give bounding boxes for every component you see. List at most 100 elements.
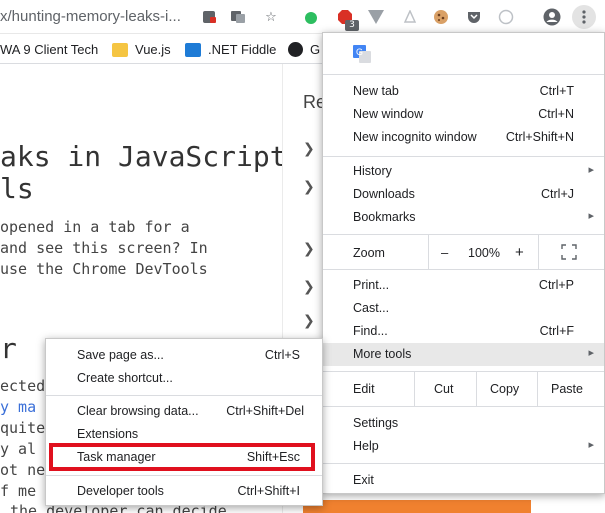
- menu-separator: [476, 372, 477, 406]
- article-title-line: ls: [0, 172, 34, 205]
- menu-item-label: Help: [353, 439, 379, 453]
- article-paragraph-line: and see this screen? In: [0, 239, 208, 257]
- bookmark-label: .NET Fiddle: [208, 42, 277, 57]
- shortcut-label: Ctrl+J: [541, 187, 574, 201]
- translate-icon[interactable]: [229, 8, 247, 26]
- menu-separator: [323, 406, 604, 407]
- menu-item-cast[interactable]: Cast...: [323, 297, 604, 320]
- bookmark-label: G: [310, 42, 321, 57]
- menu-item-bookmarks[interactable]: Bookmarks ▸: [323, 206, 604, 229]
- extension-icon[interactable]: [401, 8, 419, 26]
- section-heading: r: [0, 332, 17, 365]
- menu-item-label: Developer tools: [77, 484, 164, 498]
- promo-banner[interactable]: [303, 500, 531, 513]
- menu-item-label: History: [353, 164, 392, 178]
- cookie-icon[interactable]: [432, 8, 450, 26]
- vue-devtools-icon[interactable]: [367, 8, 385, 26]
- menu-item-label: Save page as...: [77, 348, 164, 362]
- bookmark-item[interactable]: WA 9 Client Tech: [0, 42, 98, 57]
- edit-row: Edit Cut Copy Paste: [323, 372, 604, 406]
- menu-item-history[interactable]: History ▸: [323, 160, 604, 183]
- folder-icon: [112, 42, 128, 57]
- menu-item-find[interactable]: Find... Ctrl+F: [323, 320, 604, 343]
- chevron-right-icon: ▸: [588, 164, 594, 176]
- menu-item-new-window[interactable]: New window Ctrl+N: [323, 103, 604, 126]
- menu-separator: [46, 475, 322, 476]
- menu-item-settings[interactable]: Settings: [323, 412, 604, 435]
- menu-item-label: New tab: [353, 84, 399, 98]
- shortcut-label: Ctrl+F: [539, 324, 574, 338]
- bookmark-item[interactable]: Vue.js: [112, 42, 171, 57]
- menu-item-exit[interactable]: Exit: [323, 469, 604, 492]
- menu-item-help[interactable]: Help ▸: [323, 435, 604, 458]
- edit-label: Edit: [353, 382, 375, 396]
- chevron-right-icon[interactable]: ❯: [303, 278, 315, 295]
- bookmark-star-icon[interactable]: ☆: [262, 8, 280, 26]
- menu-item-more-tools[interactable]: More tools ▸: [323, 343, 604, 366]
- menu-separator: [538, 235, 539, 269]
- chevron-right-icon[interactable]: ❯: [303, 140, 315, 157]
- bookmark-item[interactable]: G: [288, 42, 320, 57]
- menu-item-label: Settings: [353, 416, 399, 430]
- bookmark-item[interactable]: .NET Fiddle: [185, 42, 276, 57]
- chevron-right-icon[interactable]: ❯: [303, 240, 315, 257]
- shortcut-label: Ctrl+S: [264, 348, 300, 362]
- zoom-row: Zoom – 100% +: [323, 235, 604, 269]
- article-body-line: y al: [0, 440, 37, 458]
- menu-separator: [323, 156, 604, 157]
- menu-item-label: Bookmarks: [353, 210, 416, 224]
- menu-item-create-shortcut[interactable]: Create shortcut...: [46, 367, 322, 390]
- shortcut-label: Ctrl+Shift+N: [505, 130, 574, 144]
- menu-item-print[interactable]: Print... Ctrl+P: [323, 274, 604, 297]
- menu-separator: [323, 463, 604, 464]
- paste-button[interactable]: Paste: [551, 382, 583, 396]
- dotnet-icon: [185, 42, 201, 57]
- fullscreen-icon[interactable]: [561, 244, 577, 260]
- chevron-right-icon: ▸: [588, 439, 594, 451]
- menu-item-save-page[interactable]: Save page as... Ctrl+S: [46, 344, 322, 367]
- menu-item-new-tab[interactable]: New tab Ctrl+T: [323, 80, 604, 103]
- evernote-icon[interactable]: [302, 8, 320, 26]
- menu-separator: [537, 372, 538, 406]
- zoom-label: Zoom: [353, 246, 385, 260]
- menu-item-label: Create shortcut...: [77, 371, 173, 385]
- menu-item-new-incognito-window[interactable]: New incognito window Ctrl+Shift+N: [323, 126, 604, 149]
- menu-separator: [46, 395, 322, 396]
- zoom-out-button[interactable]: –: [441, 245, 448, 260]
- menu-item-label: Print...: [353, 278, 390, 292]
- more-tools-submenu: Save page as... Ctrl+S Create shortcut..…: [45, 338, 323, 506]
- pocket-icon[interactable]: [465, 8, 483, 26]
- menu-item-label: Exit: [353, 473, 374, 487]
- toolbar: x/hunting-memory-leaks-i... ☆ 3: [0, 0, 605, 34]
- cut-button[interactable]: Cut: [434, 382, 453, 396]
- article-paragraph-line: use the Chrome DevTools: [0, 260, 208, 278]
- shortcut-label: Ctrl+N: [538, 107, 574, 121]
- menu-item-label: Clear browsing data...: [77, 404, 199, 418]
- menu-item-clear-browsing-data[interactable]: Clear browsing data... Ctrl+Shift+Del: [46, 400, 322, 423]
- menu-separator: [323, 74, 604, 75]
- not-secure-icon[interactable]: [200, 8, 218, 26]
- menu-item-label: Extensions: [77, 427, 139, 441]
- menu-item-downloads[interactable]: Downloads Ctrl+J: [323, 183, 604, 206]
- menu-dots-icon[interactable]: [572, 5, 596, 29]
- article-body-line: ot ne: [0, 461, 46, 479]
- github-icon: [288, 42, 303, 57]
- chevron-right-icon: ▸: [588, 210, 594, 222]
- zoom-in-button[interactable]: +: [515, 244, 524, 261]
- chevron-right-icon[interactable]: ❯: [303, 312, 315, 329]
- extension-badge: 3: [345, 20, 359, 31]
- svg-text:G: G: [356, 47, 363, 57]
- article-link[interactable]: y ma: [0, 398, 36, 416]
- chevron-right-icon[interactable]: ❯: [303, 178, 315, 195]
- menu-item-label: New window: [353, 107, 424, 121]
- menu-item-label: New incognito window: [353, 130, 477, 144]
- profile-icon[interactable]: [543, 8, 561, 26]
- menu-separator: [323, 269, 604, 270]
- copy-button[interactable]: Copy: [490, 382, 519, 396]
- timer-icon[interactable]: [497, 8, 515, 26]
- address-bar[interactable]: x/hunting-memory-leaks-i...: [0, 8, 181, 25]
- menu-item-developer-tools[interactable]: Developer tools Ctrl+Shift+I: [46, 480, 322, 503]
- shortcut-label: Ctrl+P: [538, 278, 574, 292]
- google-translate-icon[interactable]: G: [353, 45, 371, 63]
- menu-item-label: More tools: [353, 347, 412, 361]
